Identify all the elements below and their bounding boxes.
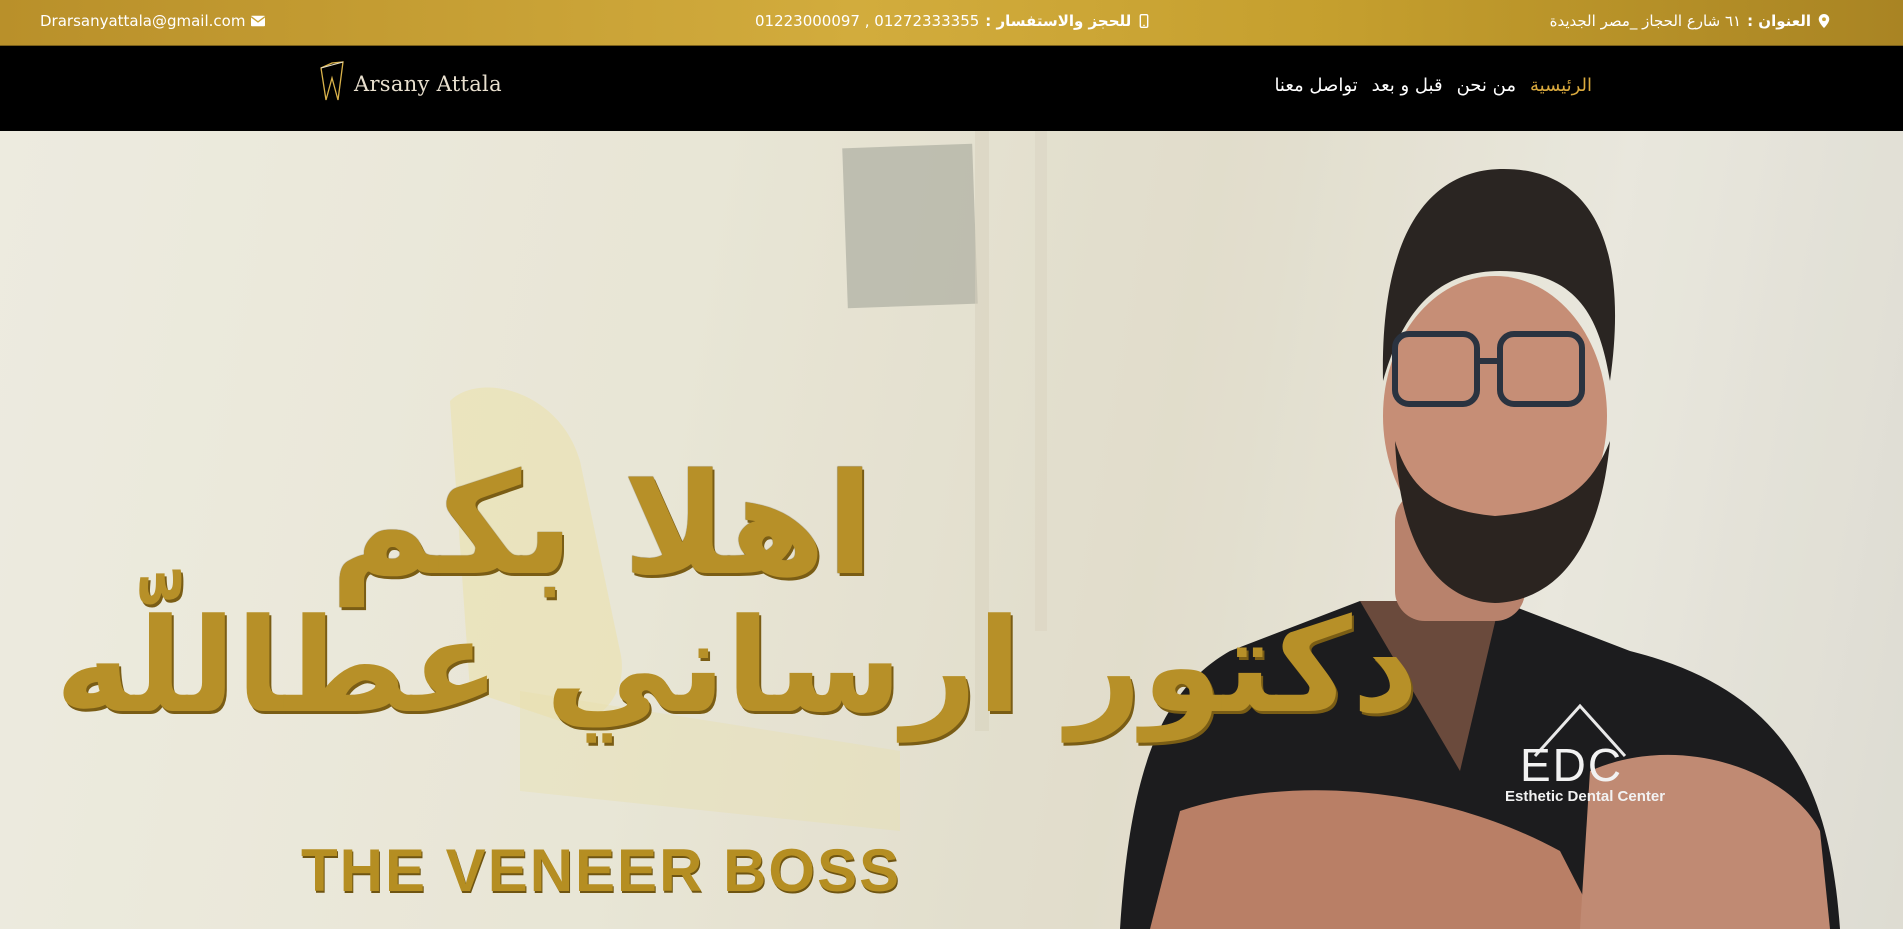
phone-label: للحجز والاستفسار : — [985, 12, 1132, 30]
phone-numbers[interactable]: 01272333355 , 01223000097 — [755, 12, 979, 30]
site-logo[interactable]: Arsany Attala — [318, 60, 502, 108]
nav-item-home[interactable]: الرئيسية — [1530, 75, 1592, 96]
envelope-icon — [251, 15, 266, 27]
contact-topbar: Drarsanyattala@gmail.com للحجز والاستفسا… — [0, 0, 1903, 46]
email-contact[interactable]: Drarsanyattala@gmail.com — [40, 12, 266, 30]
hero-banner: EDC Esthetic Dental Center اهلا بكم دكتو… — [0, 131, 1903, 929]
nav-item-before-after[interactable]: قبل و بعد — [1372, 75, 1443, 96]
logo-text: Arsany Attala — [354, 72, 502, 96]
scrubs-brand: EDC — [1520, 739, 1623, 791]
hero-background-illustration: EDC Esthetic Dental Center — [0, 131, 1903, 929]
main-menu: الرئيسية من نحن قبل و بعد تواصل معنا — [1274, 75, 1592, 96]
address-contact: العنوان : ٦١ شارع الحجاز _مصر الجديدة — [1550, 12, 1831, 30]
email-text[interactable]: Drarsanyattala@gmail.com — [40, 12, 245, 30]
nav-item-about[interactable]: من نحن — [1457, 75, 1516, 96]
hero-tagline: THE VENEER BOSS — [301, 837, 902, 904]
map-marker-icon — [1818, 14, 1830, 28]
phone-contact: للحجز والاستفسار : 01272333355 , 0122300… — [755, 12, 1151, 30]
main-navbar: Arsany Attala الرئيسية من نحن قبل و بعد … — [0, 46, 1903, 131]
address-value: ٦١ شارع الحجاز _مصر الجديدة — [1549, 12, 1742, 30]
nav-item-contact[interactable]: تواصل معنا — [1274, 75, 1357, 96]
scrubs-subtitle: Esthetic Dental Center — [1505, 788, 1665, 805]
address-label: العنوان : — [1747, 12, 1811, 30]
mobile-phone-icon — [1139, 14, 1149, 28]
tooth-logo-icon — [320, 61, 344, 101]
hero-doctor-name: دكتور ارساني عطاللّه — [55, 590, 1419, 742]
hero-welcome-heading: اهلا بكم — [330, 444, 874, 607]
